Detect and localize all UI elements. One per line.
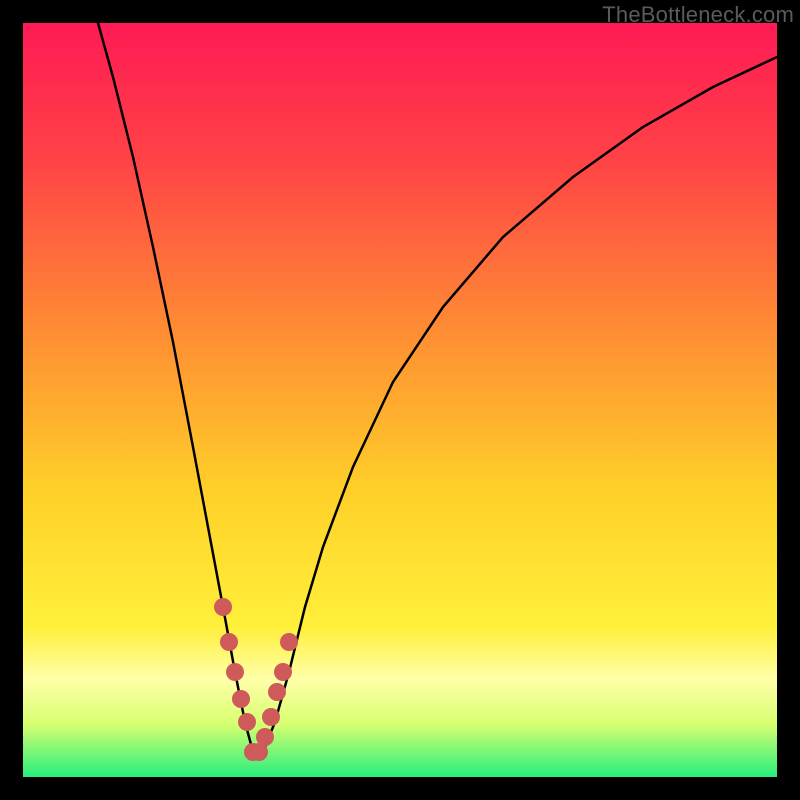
highlight-marker [214,598,232,616]
chart-gradient-bg [23,23,777,777]
highlight-marker [256,728,274,746]
highlight-marker [280,633,298,651]
chart-svg [23,23,777,777]
highlight-marker [232,690,250,708]
highlight-marker [220,633,238,651]
highlight-marker [268,683,286,701]
highlight-marker [274,663,292,681]
highlight-marker [238,713,256,731]
highlight-marker [262,708,280,726]
highlight-marker [226,663,244,681]
chart-frame [23,23,777,777]
